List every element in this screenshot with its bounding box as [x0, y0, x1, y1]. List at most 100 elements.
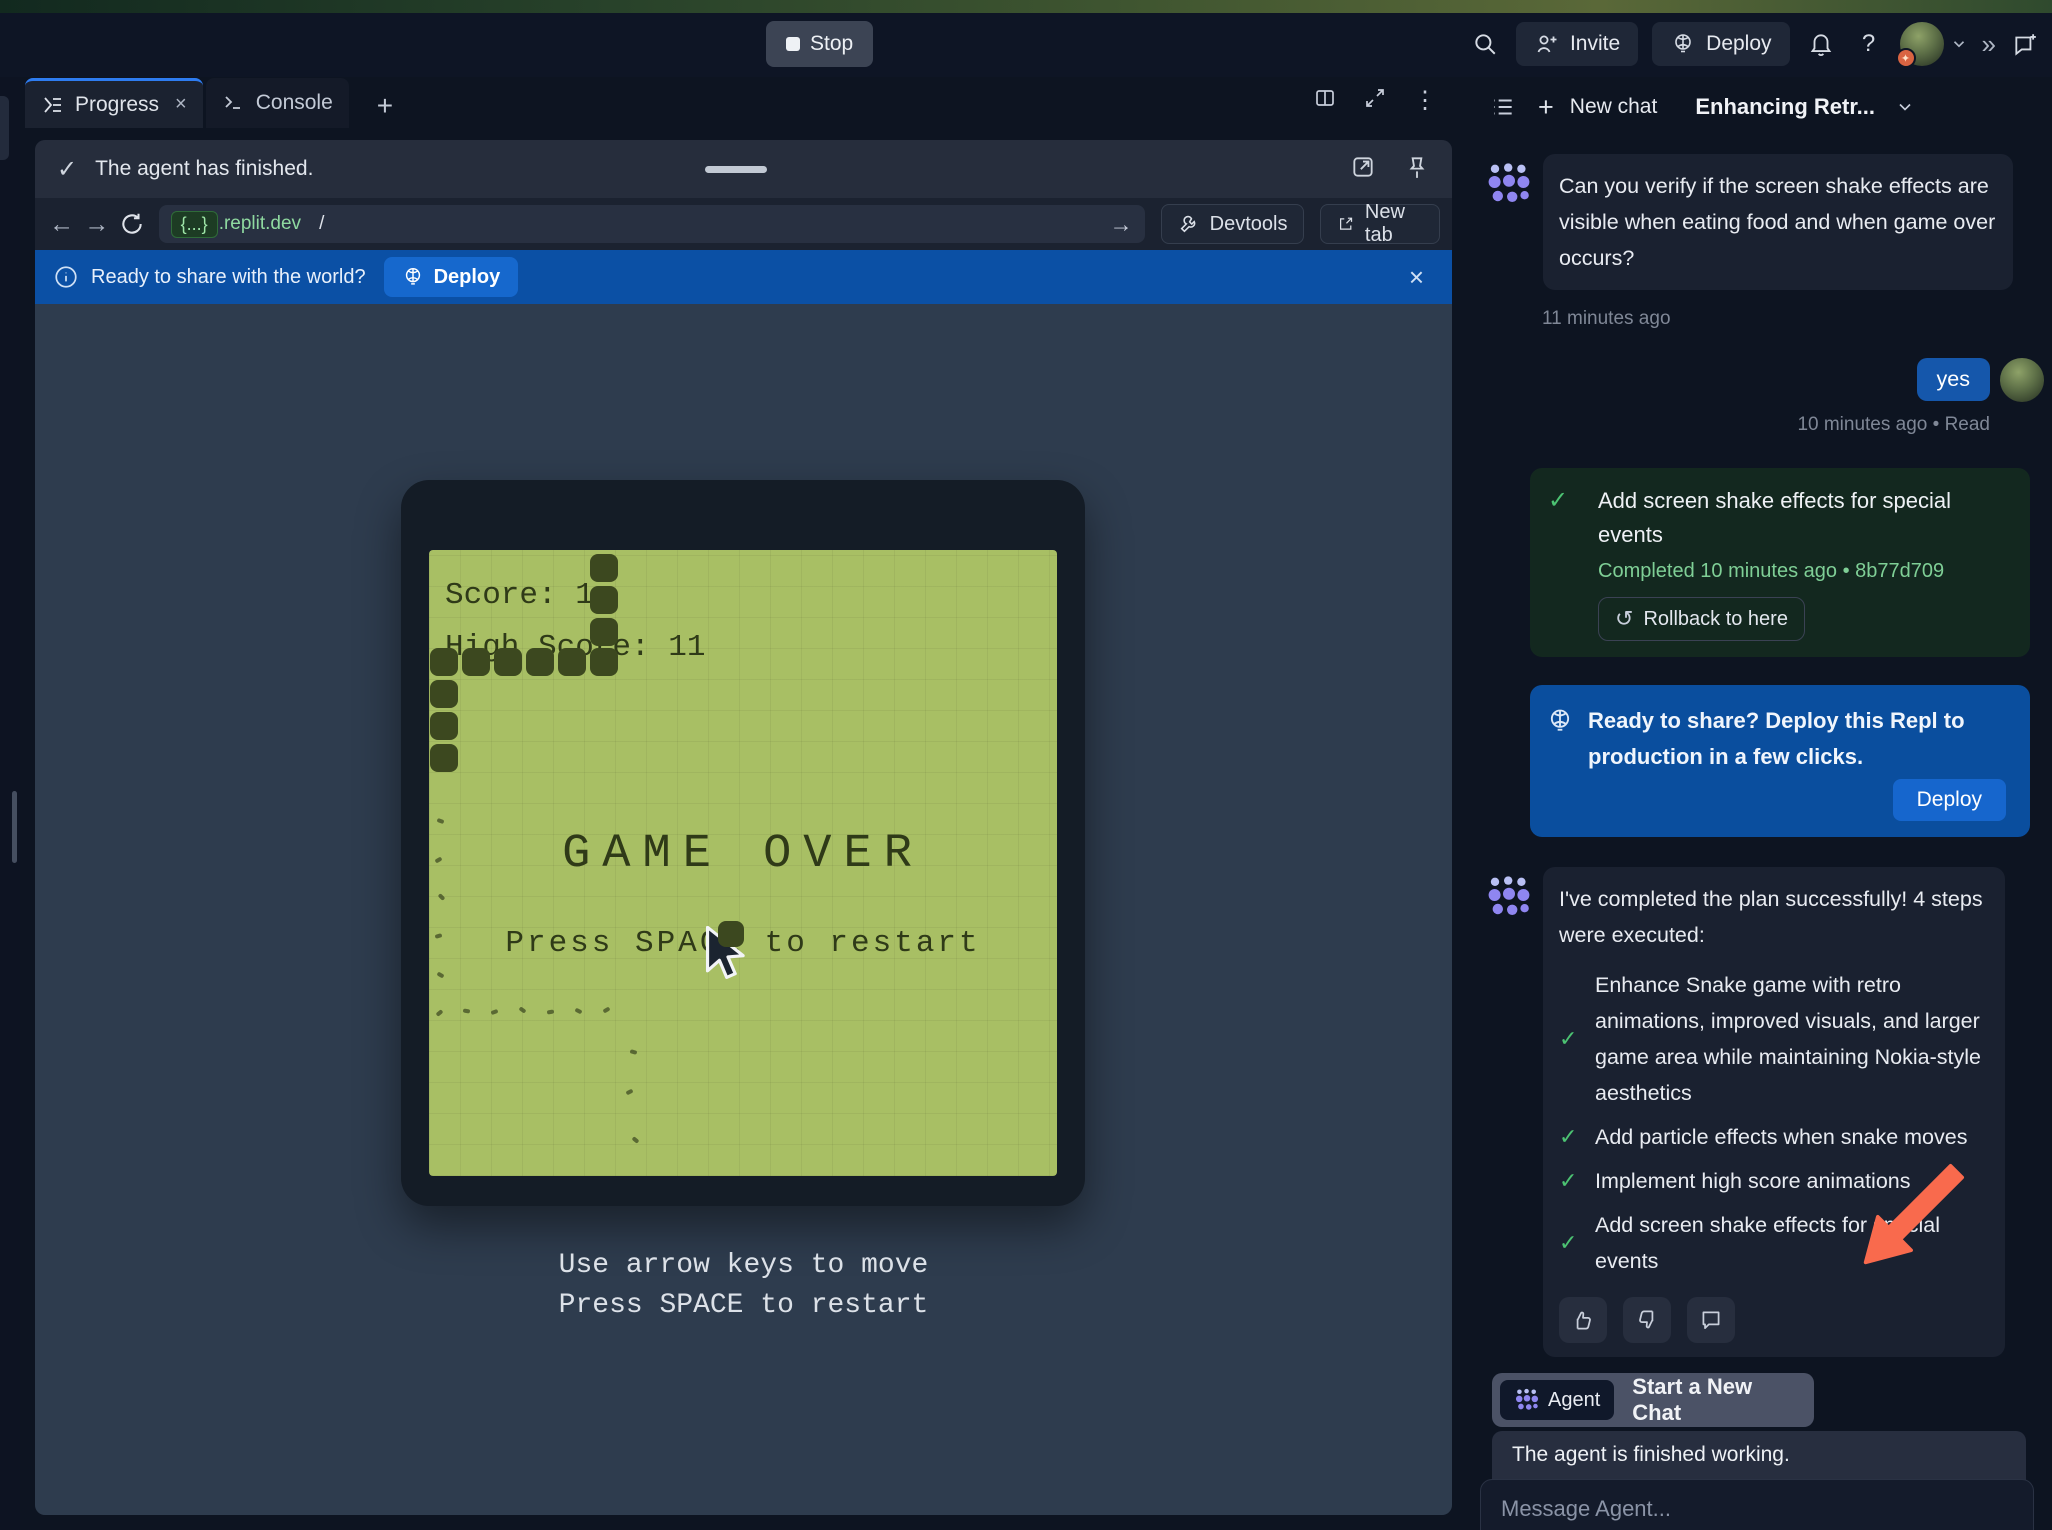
particle-mark: [437, 818, 445, 824]
snake-segment: [430, 648, 458, 676]
desktop-background-strip: [0, 0, 2052, 13]
banner-deploy-button[interactable]: Deploy: [384, 257, 519, 297]
webview-panel: ✓ The agent has finished. ← → {...} .rep…: [35, 140, 1452, 1515]
snake-segment: [494, 648, 522, 676]
agent-chat-panel: + New chat Enhancing Retr... Can you ver…: [1472, 77, 2052, 1530]
start-new-chat-label: Start a New Chat: [1632, 1374, 1806, 1426]
agent-message-row: Can you verify if the screen shake effec…: [1472, 154, 2052, 290]
particle-mark: [632, 1136, 640, 1144]
pin-icon[interactable]: [1404, 154, 1430, 180]
tab-close-icon[interactable]: ×: [175, 93, 187, 116]
new-tab-button[interactable]: New tab: [1320, 204, 1440, 244]
agent-summary-bubble: I've completed the plan successfully! 4 …: [1543, 867, 2005, 1357]
particle-mark: [602, 1007, 610, 1014]
topbar: Stop Invite Deploy: [0, 13, 2052, 77]
game-bezel: Score: 1 High Score: 11 GAME OVER Press …: [401, 480, 1085, 1206]
comment-button[interactable]: [1687, 1297, 1735, 1343]
deploy-label: Deploy: [1706, 32, 1771, 56]
pane-drag-handle[interactable]: [705, 166, 767, 173]
new-tab-plus-icon[interactable]: +: [377, 90, 393, 128]
thumbs-up-button[interactable]: [1559, 1297, 1607, 1343]
thumbs-down-button[interactable]: [1623, 1297, 1671, 1343]
game-instructions: Use arrow keys to move Press SPACE to re…: [35, 1246, 1452, 1326]
check-icon: ✓: [1559, 1021, 1595, 1057]
chat-title-chevron-icon[interactable]: [1895, 97, 1915, 117]
stop-button[interactable]: Stop: [766, 21, 873, 67]
score-label: Score: 1: [445, 578, 594, 613]
account-menu[interactable]: ✦: [1900, 22, 1968, 66]
game-over-text: GAME OVER: [429, 828, 1057, 881]
split-pane-icon[interactable]: [1313, 86, 1337, 110]
url-bar[interactable]: {...} .replit.dev / →: [159, 205, 1145, 243]
checkpoint-meta: Completed 10 minutes ago • 8b77d709: [1598, 560, 2012, 583]
step-item: ✓ Add particle effects when snake moves: [1559, 1119, 1989, 1155]
particle-mark: [463, 1008, 471, 1013]
forward-button[interactable]: →: [82, 210, 111, 239]
chat-plus-icon[interactable]: [2008, 27, 2042, 61]
go-arrow-icon[interactable]: →: [1110, 211, 1133, 238]
check-icon: ✓: [57, 155, 77, 184]
notifications-bell-icon[interactable]: [1804, 27, 1838, 61]
particle-mark: [547, 1009, 555, 1014]
tab-progress-label: Progress: [75, 93, 159, 117]
rail-drag-handle[interactable]: [12, 791, 17, 863]
wrench-icon: [1178, 213, 1200, 235]
collapse-panel-icon[interactable]: »: [1982, 29, 1994, 60]
snake-segment: [590, 618, 618, 646]
check-icon: ✓: [1559, 1119, 1595, 1155]
chevron-down-icon: [1950, 35, 1968, 53]
agent-message-bubble: Can you verify if the screen shake effec…: [1543, 154, 2013, 290]
chat-list-icon[interactable]: [1490, 94, 1516, 120]
rollback-button[interactable]: ↺ Rollback to here: [1598, 597, 1805, 641]
rollback-label: Rollback to here: [1643, 608, 1788, 631]
deploy-promo-text: Ready to share? Deploy this Repl to prod…: [1588, 703, 1978, 775]
devtools-label: Devtools: [1210, 213, 1288, 236]
start-new-chat-button[interactable]: Agent Start a New Chat: [1492, 1373, 1814, 1427]
step-item: ✓ Enhance Snake game with retro animatio…: [1559, 967, 1989, 1111]
summary-intro: I've completed the plan successfully! 4 …: [1559, 881, 1989, 953]
annotation-arrow: [1852, 1158, 1970, 1276]
new-chat-label[interactable]: New chat: [1570, 95, 1658, 119]
checkpoint-title: Add screen shake effects for special eve…: [1598, 484, 2012, 552]
particle-mark: [630, 1049, 638, 1055]
particle-mark: [518, 1006, 526, 1013]
new-chat-plus-icon[interactable]: +: [1538, 92, 1554, 123]
devtools-button[interactable]: Devtools: [1161, 204, 1305, 244]
particle-mark: [436, 1009, 444, 1017]
snake-segment: [462, 648, 490, 676]
particle-mark: [438, 893, 446, 901]
back-button[interactable]: ←: [47, 210, 76, 239]
refresh-icon[interactable]: [117, 211, 146, 237]
invite-button[interactable]: Invite: [1516, 22, 1638, 66]
tab-progress[interactable]: Progress ×: [25, 78, 203, 128]
agent-status-bar: ✓ The agent has finished.: [35, 140, 1452, 198]
message-input[interactable]: [1501, 1496, 2013, 1522]
particle-mark: [491, 1009, 499, 1015]
url-subdomain-chip: {...}: [171, 211, 218, 238]
info-icon: [53, 264, 79, 290]
instructions-line-2: Press SPACE to restart: [35, 1286, 1452, 1326]
checkpoint-card: ✓ Add screen shake effects for special e…: [1530, 468, 2030, 657]
expand-icon[interactable]: [1363, 86, 1387, 110]
open-external-icon[interactable]: [1350, 154, 1376, 180]
deploy-icon: [402, 266, 424, 288]
user-message-timestamp: 10 minutes ago • Read: [1472, 414, 1990, 436]
banner-close-icon[interactable]: ×: [1409, 262, 1424, 293]
check-icon: ✓: [1548, 484, 1598, 552]
help-icon[interactable]: ?: [1852, 27, 1886, 61]
collapsed-sidebar-tab[interactable]: [0, 96, 9, 160]
game-screen[interactable]: Score: 1 High Score: 11 GAME OVER Press …: [429, 550, 1057, 1176]
search-icon[interactable]: [1468, 27, 1502, 61]
tab-console[interactable]: Console: [206, 78, 349, 128]
particle-mark: [436, 972, 444, 979]
new-tab-label: New tab: [1365, 201, 1423, 247]
food-block: [718, 921, 744, 947]
chat-title[interactable]: Enhancing Retr...: [1695, 94, 1875, 120]
console-icon: [222, 91, 246, 115]
deploy-promo-button[interactable]: Deploy: [1893, 779, 2006, 821]
deploy-button[interactable]: Deploy: [1652, 22, 1789, 66]
agent-status-text: The agent has finished.: [95, 157, 313, 181]
snake-segment: [430, 712, 458, 740]
kebab-menu-icon[interactable]: ⋮: [1413, 86, 1437, 115]
user-message-bubble: yes: [1917, 358, 1990, 401]
